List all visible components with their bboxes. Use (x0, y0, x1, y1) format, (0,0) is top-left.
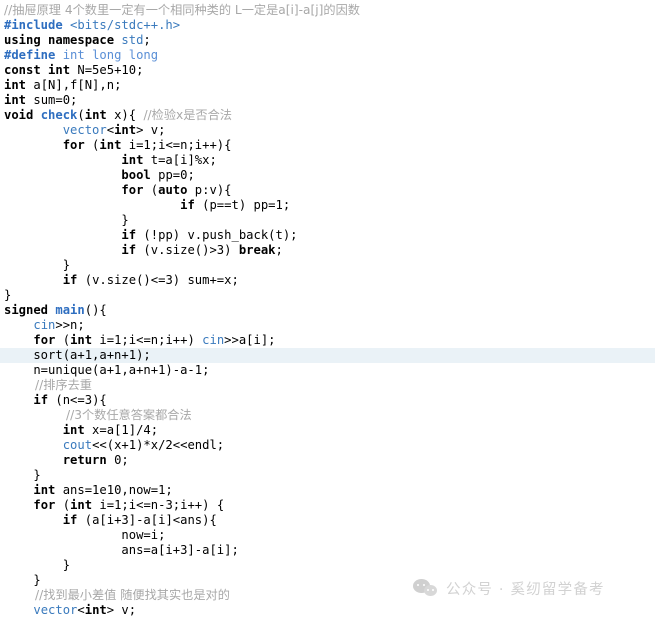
code-line: return 0; (62, 453, 129, 467)
code-line: vector<int> v; (33, 603, 137, 617)
code-line: for (int i=1;i<=n-3;i++) { (33, 498, 225, 512)
code-line: if (v.size()>3) break; (121, 243, 283, 257)
code-line: for (int i=1;i<=n;i++) cin>>a[i]; (33, 333, 276, 347)
code-line: now=i; (4, 528, 166, 542)
code-line: int ans=1e10,now=1; (33, 483, 173, 497)
code-line: int t=a[i]%x; (121, 153, 217, 167)
code-line: } (4, 213, 129, 227)
code-line: } (4, 468, 41, 482)
code-line: if (n<=3){ (33, 393, 107, 407)
code-line: //找到最小差值 随便找其实也是对的 (0, 588, 655, 603)
code-line: } (4, 573, 41, 587)
code-line: if (!pp) v.push_back(t); (121, 228, 298, 242)
code-line: vector<int> v; (62, 123, 166, 137)
code-line: const int N=5e5+10; (4, 63, 144, 77)
code-line: if (v.size()<=3) sum+=x; (62, 273, 239, 287)
code-editor-view: //抽屉原理 4个数里一定有一个相同种类的 L一定是a[i]-a[j]的因数 #… (0, 0, 655, 618)
code-line: //排序去重 (0, 378, 655, 393)
code-line: if (a[i+3]-a[i]<ans){ (62, 513, 217, 527)
function-name-main: main (55, 303, 85, 317)
code-line: if (p==t) pp=1; (180, 198, 291, 212)
stream-cin: cin (33, 318, 56, 332)
preprocessor-directive: #include (4, 18, 63, 32)
code-line: //抽屉原理 4个数里一定有一个相同种类的 L一定是a[i]-a[j]的因数 (0, 3, 655, 18)
code-comment: //抽屉原理 4个数里一定有一个相同种类的 L一定是a[i]-a[j]的因数 (4, 3, 360, 17)
code-line: using namespace std; (4, 33, 151, 47)
code-line: #include <bits/stdc++.h> (0, 18, 655, 33)
code-line: cout<<(x+1)*x/2<<endl; (62, 438, 225, 452)
namespace-std: std (121, 33, 144, 47)
code-line: for (auto p:v){ (121, 183, 232, 197)
code-line: int sum=0; (4, 93, 78, 107)
code-line: for (int i=1;i<=n;i++){ (62, 138, 232, 152)
code-line: #define int long long (4, 48, 159, 62)
code-comment: //3个数任意答案都合法 (4, 408, 192, 422)
code-line: signed main(){ (4, 303, 107, 317)
include-header: <bits/stdc++.h> (70, 18, 181, 32)
stream-cout: cout (62, 438, 93, 452)
stream-cin: cin (202, 333, 225, 347)
preprocessor-directive: #define (4, 48, 56, 62)
code-comment: //排序去重 (4, 378, 92, 392)
function-name-check: check (40, 108, 78, 122)
code-line: int x=a[1]/4; (62, 423, 159, 437)
code-line: n=unique(a+1,a+n+1)-a-1; (4, 363, 210, 377)
code-line: } (4, 558, 71, 572)
code-line: int a[N],f[N],n; (4, 78, 122, 92)
code-line: ans=a[i+3]-a[i]; (4, 543, 239, 557)
code-comment: //找到最小差值 随便找其实也是对的 (4, 588, 230, 602)
code-line: } (4, 288, 12, 302)
code-line: void check(int x){ //检验x是否合法 (4, 108, 232, 122)
source-code-block[interactable]: //抽屉原理 4个数里一定有一个相同种类的 L一定是a[i]-a[j]的因数 #… (0, 3, 655, 618)
code-line: //3个数任意答案都合法 (0, 408, 655, 423)
code-line: } (4, 258, 71, 272)
code-line: bool pp=0; (121, 168, 195, 182)
code-comment: //检验x是否合法 (143, 108, 232, 122)
code-line-highlighted: sort(a+1,a+n+1); (0, 348, 655, 363)
code-line: cin>>n; (33, 318, 85, 332)
